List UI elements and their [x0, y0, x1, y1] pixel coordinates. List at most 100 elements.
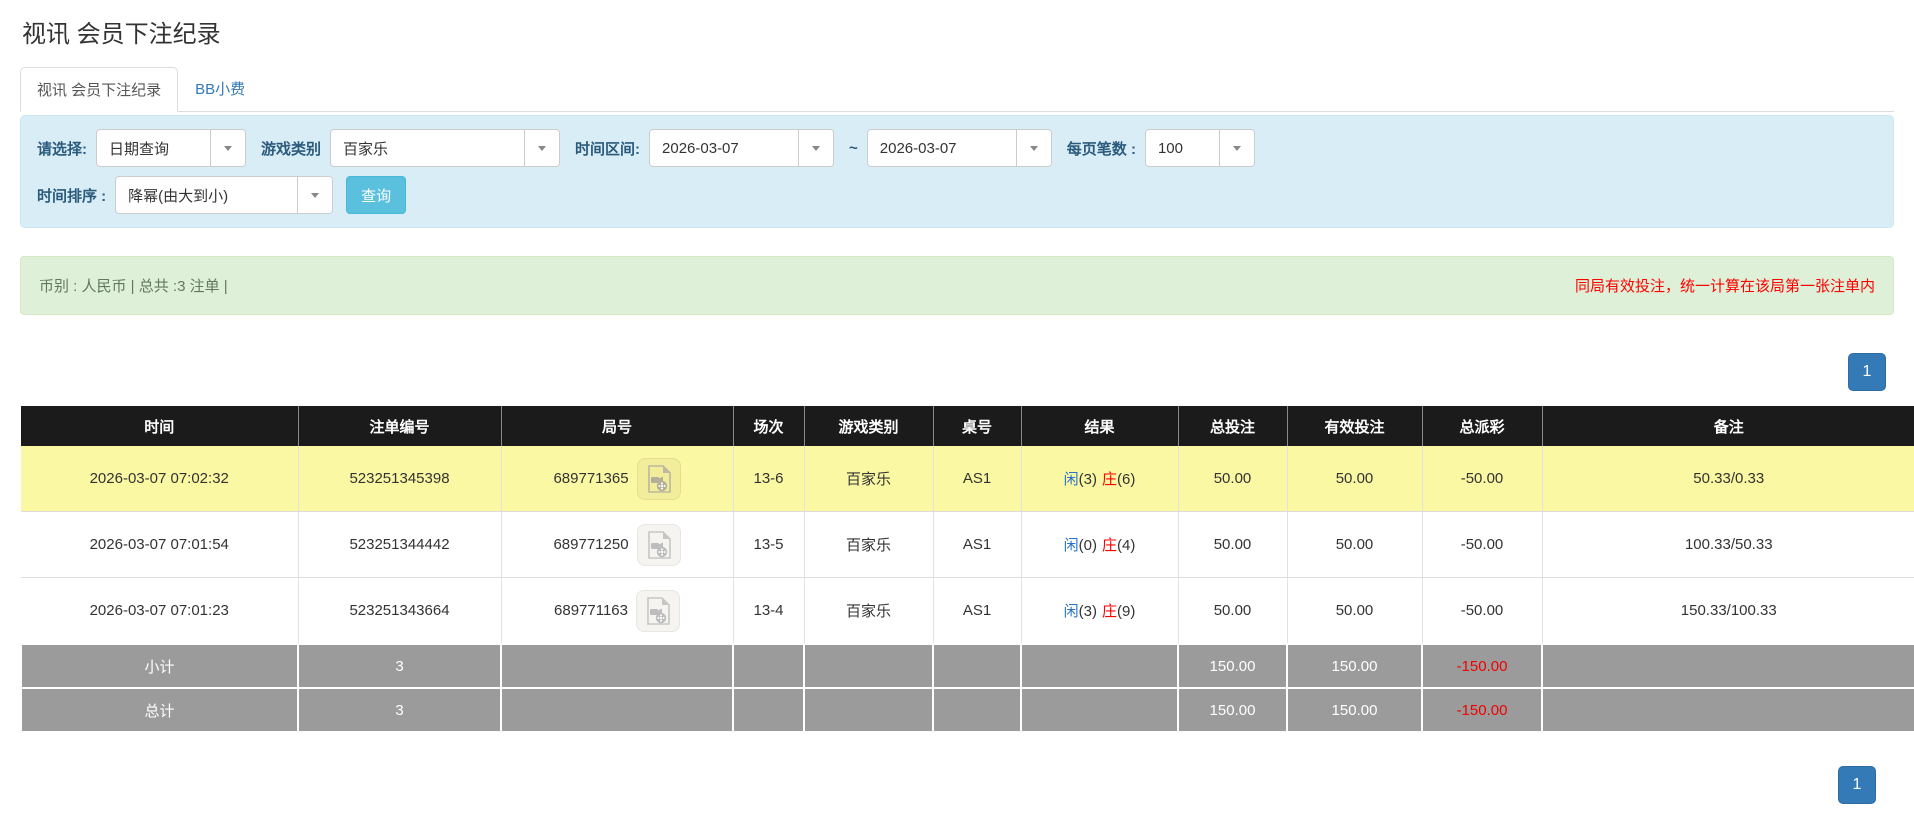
cell-time: 2026-03-07 07:02:32: [21, 446, 299, 512]
cell-bet-id: 523251343664: [298, 577, 502, 645]
pagination-top: 1: [20, 353, 1886, 391]
cell-bet-id: 523251344442: [298, 511, 502, 578]
date-from-value: 2026-03-07: [662, 139, 739, 157]
video-file-icon: [647, 596, 670, 625]
query-type-value: 日期查询: [109, 140, 170, 158]
cell-payout: -50.00: [1422, 446, 1543, 512]
query-type-dropdown[interactable]: 日期查询: [96, 129, 246, 167]
cell-time: 2026-03-07 07:01:54: [21, 511, 299, 578]
round-number: 689771163: [554, 602, 628, 619]
sort-order-label: 时间排序 :: [37, 187, 107, 205]
subtotal-count: 3: [297, 643, 502, 689]
chevron-down-icon[interactable]: [297, 177, 333, 213]
round-number: 689771250: [553, 536, 629, 553]
date-to-value: 2026-03-07: [879, 139, 957, 157]
cell-session: 13-4: [733, 577, 805, 645]
col-valid-bet: 有效投注: [1287, 406, 1423, 446]
tab-betting-records[interactable]: 视讯 会员下注纪录: [20, 67, 179, 112]
table-header-row: 时间 注单编号 局号 场次 游戏类别 桌号 结果 总投注 有效投注 总派彩 备注: [21, 406, 1914, 446]
subtotal-total-bet: 150.00: [1177, 643, 1288, 689]
page-size-value: 100: [1157, 139, 1183, 157]
filter-row-1: 请选择: 日期查询 游戏类别 百家乐 时间区间: 2026-03-07 ~ 20…: [35, 129, 1879, 167]
cell-result: 闲(3) 庄(9): [1021, 577, 1179, 645]
cell-round-id: 689771250: [501, 511, 734, 578]
result-player-score: (0): [1078, 537, 1097, 554]
date-to-picker[interactable]: 2026-03-07: [866, 129, 1052, 167]
game-type-value: 百家乐: [343, 140, 389, 158]
col-result: 结果: [1021, 406, 1179, 446]
valid-bet-notice: 同局有效投注，统一计算在该局第一张注单内: [1574, 278, 1875, 295]
page-1-button[interactable]: 1: [1848, 353, 1886, 391]
col-time: 时间: [21, 406, 299, 446]
result-player: 闲: [1063, 471, 1079, 488]
col-game-type: 游戏类别: [804, 406, 934, 446]
col-session: 场次: [733, 406, 805, 446]
sort-order-value: 降幂(由大到小): [128, 187, 229, 205]
result-banker-score: (4): [1117, 537, 1136, 554]
col-table-no: 桌号: [933, 406, 1022, 446]
total-remark: [1541, 687, 1914, 733]
subtotal-row: 小计 3 150.00 150.00 -150.00: [20, 643, 1914, 689]
filter-row-2: 时间排序 : 降幂(由大到小) 查询: [35, 176, 1879, 214]
col-remark: 备注: [1542, 406, 1914, 446]
result-banker-score: (9): [1117, 603, 1136, 620]
col-round-id: 局号: [501, 406, 734, 446]
currency-summary-text: 币别 : 人民币 | 总共 :3 注单 |: [39, 278, 228, 295]
chevron-down-icon[interactable]: [210, 130, 245, 166]
cell-table-no: AS1: [933, 511, 1022, 578]
summary-bar: 币别 : 人民币 | 总共 :3 注单 | 同局有效投注，统一计算在该局第一张注…: [20, 256, 1894, 315]
col-total-bet: 总投注: [1178, 406, 1288, 446]
total-valid-bet: 150.00: [1286, 687, 1423, 733]
subtotal-payout: -150.00: [1421, 643, 1543, 689]
result-banker: 庄: [1102, 603, 1118, 620]
cell-table-no: AS1: [933, 446, 1022, 512]
cell-payout: -50.00: [1422, 577, 1543, 645]
subtotal-valid-bet: 150.00: [1286, 643, 1423, 689]
subtotal-label: 小计: [20, 643, 299, 689]
cell-game-type: 百家乐: [804, 511, 934, 578]
video-replay-button[interactable]: [635, 589, 680, 632]
subtotal-remark: [1541, 643, 1914, 689]
chevron-down-icon[interactable]: [798, 130, 834, 166]
col-payout: 总派彩: [1422, 406, 1543, 446]
tab-bb-tip[interactable]: BB小费: [178, 66, 262, 111]
result-banker-score: (6): [1117, 471, 1136, 488]
cell-total-bet[interactable]: 50.00: [1178, 511, 1288, 578]
cell-session: 13-5: [733, 511, 805, 578]
chevron-down-icon[interactable]: [524, 130, 560, 166]
chevron-down-icon[interactable]: [1218, 130, 1254, 166]
betting-records-page: 视讯 会员下注纪录 视讯 会员下注纪录 BB小费 请选择: 日期查询 游戏类别 …: [10, 0, 1914, 824]
cell-round-id: 689771365: [501, 446, 734, 512]
betting-records-table: 时间 注单编号 局号 场次 游戏类别 桌号 结果 总投注 有效投注 总派彩 备注…: [20, 406, 1914, 733]
result-player-score: (3): [1078, 471, 1097, 488]
result-player-score: (3): [1078, 603, 1097, 620]
page-1-button[interactable]: 1: [1838, 766, 1876, 804]
date-range-tilde: ~: [849, 139, 858, 157]
cell-session: 13-6: [733, 446, 805, 512]
result-player: 闲: [1063, 537, 1079, 554]
video-replay-button[interactable]: [636, 457, 681, 500]
total-row: 总计 3 150.00 150.00 -150.00: [20, 687, 1914, 733]
col-bet-id: 注单编号: [298, 406, 502, 446]
cell-total-bet[interactable]: 50.00: [1178, 577, 1288, 645]
date-from-picker[interactable]: 2026-03-07: [649, 129, 835, 167]
total-total-bet: 150.00: [1177, 687, 1288, 733]
chevron-down-icon[interactable]: [1015, 130, 1051, 166]
page-title: 视讯 会员下注纪录: [22, 21, 221, 48]
game-type-dropdown[interactable]: 百家乐: [330, 129, 561, 167]
total-count: 3: [297, 687, 502, 733]
video-replay-button[interactable]: [636, 523, 681, 566]
cell-total-bet[interactable]: 50.00: [1178, 446, 1288, 512]
video-file-icon: [647, 464, 671, 493]
cell-table-no: AS1: [933, 577, 1022, 645]
page-size-label: 每页笔数 :: [1066, 140, 1136, 158]
page-size-dropdown[interactable]: 100: [1144, 129, 1255, 167]
cell-remark: 100.33/50.33: [1542, 511, 1914, 578]
tab-bar: 视讯 会员下注纪录 BB小费: [20, 67, 1894, 112]
cell-result: 闲(3) 庄(6): [1021, 446, 1179, 512]
round-number: 689771365: [553, 470, 629, 487]
cell-time: 2026-03-07 07:01:23: [21, 577, 299, 645]
total-label: 总计: [20, 687, 299, 733]
search-button[interactable]: 查询: [346, 176, 407, 214]
sort-order-dropdown[interactable]: 降幂(由大到小): [115, 176, 334, 214]
